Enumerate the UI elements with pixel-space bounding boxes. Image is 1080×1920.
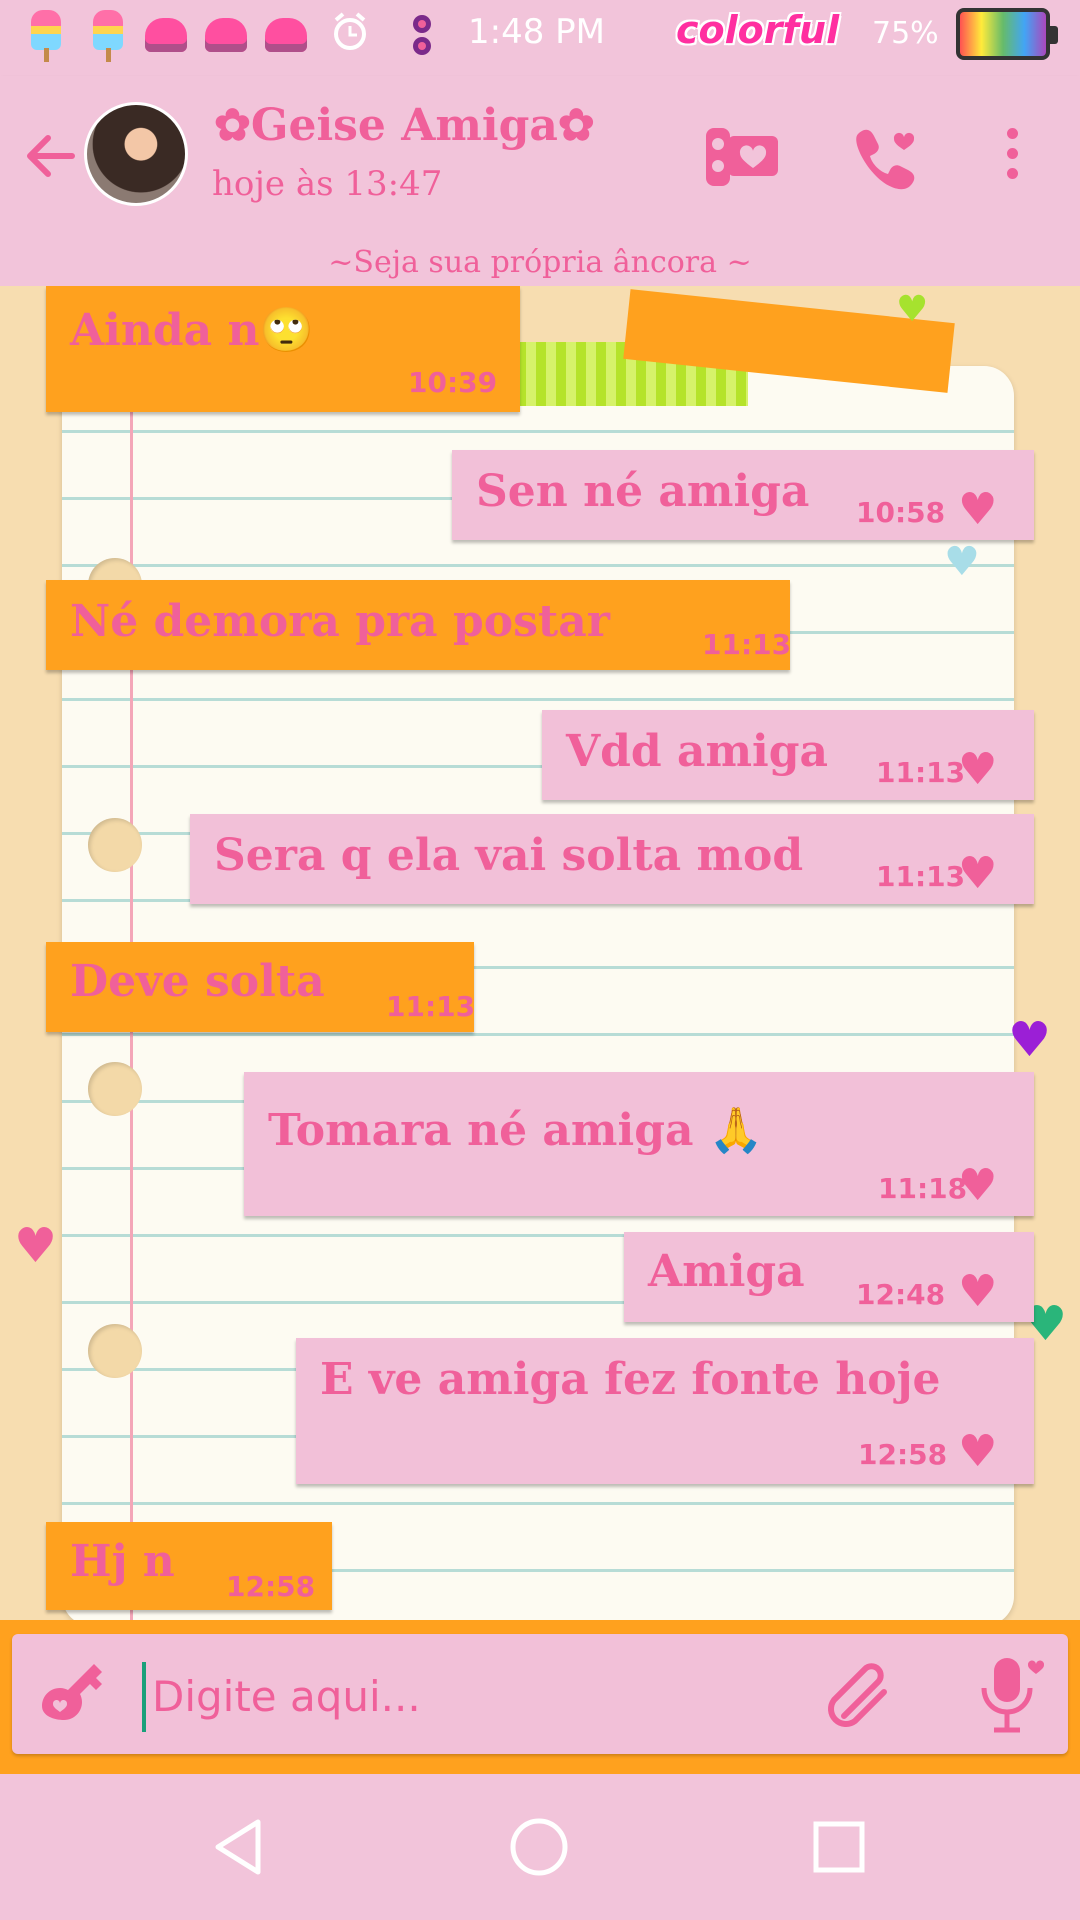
message-text: Sen né amiga bbox=[476, 466, 810, 517]
message-bubble-outgoing[interactable]: Tomara né amiga 🙏 11:18 ♥ bbox=[244, 1072, 1034, 1216]
popsicle-icon bbox=[24, 10, 68, 62]
cupcake-icon bbox=[204, 10, 248, 62]
heart-read-icon: ♥ bbox=[958, 1266, 998, 1317]
last-seen-status: hoje às 13:47 bbox=[212, 164, 443, 204]
avatar[interactable] bbox=[84, 102, 188, 206]
chat-area[interactable]: ♥ ♥ ♥ ♥ ♥ Ainda n🙄 10:39 Sen né amiga 10… bbox=[0, 286, 1080, 1620]
paper-hole bbox=[88, 1062, 142, 1116]
popsicle-icon bbox=[86, 10, 130, 62]
microphone-icon[interactable] bbox=[972, 1652, 1052, 1736]
message-time: 11:13 bbox=[876, 860, 966, 893]
phone-call-icon[interactable] bbox=[848, 122, 922, 192]
message-text: Amiga bbox=[648, 1246, 805, 1297]
message-bubble-outgoing[interactable]: Sera q ela vai solta mod 11:13 ♥ bbox=[190, 814, 1034, 904]
heart-read-icon: ♥ bbox=[958, 1426, 998, 1477]
battery-percent: 75% bbox=[872, 16, 939, 51]
cupcake-icon bbox=[144, 10, 188, 62]
chat-header: ✿Geise Amiga✿ hoje às 13:47 bbox=[0, 76, 1080, 240]
message-time: 12:58 bbox=[858, 1438, 948, 1471]
message-compose-box[interactable] bbox=[12, 1634, 1068, 1754]
text-cursor bbox=[142, 1662, 146, 1732]
system-nav-bar bbox=[0, 1774, 1080, 1920]
message-bubble-incoming[interactable]: Né demora pra postar 11:13 bbox=[46, 580, 792, 670]
message-time: 10:39 bbox=[408, 366, 498, 399]
message-bubble-outgoing[interactable]: E ve amiga fez fonte hoje 12:58 ♥ bbox=[296, 1338, 1034, 1484]
message-bubble-outgoing[interactable]: Vdd amiga 11:13 ♥ bbox=[542, 710, 1034, 800]
message-bubble-incoming[interactable]: Hj n 12:58 bbox=[46, 1522, 332, 1610]
heart-read-icon: ♥ bbox=[958, 484, 998, 535]
attachment-clip-icon[interactable] bbox=[822, 1656, 898, 1732]
heart-icon: ♥ bbox=[944, 539, 980, 585]
message-bubble-outgoing[interactable]: Sen né amiga 10:58 ♥ bbox=[452, 450, 1034, 540]
message-text: Ainda n🙄 bbox=[70, 305, 315, 356]
heart-read-icon: ♥ bbox=[958, 1160, 998, 1211]
battery-icon bbox=[956, 8, 1058, 60]
message-input[interactable] bbox=[152, 1664, 802, 1728]
input-bar bbox=[0, 1620, 1080, 1774]
message-text: E ve amiga fez fonte hoje bbox=[320, 1354, 941, 1405]
key-icon[interactable] bbox=[36, 1658, 116, 1730]
message-text: Sera q ela vai solta mod bbox=[214, 830, 804, 881]
heart-read-icon: ♥ bbox=[958, 848, 998, 899]
heart-icon: ♥ bbox=[1008, 1012, 1052, 1068]
message-time: 11:13 bbox=[386, 990, 476, 1023]
status-time: 1:48 PM bbox=[468, 12, 605, 52]
alarm-icon bbox=[330, 10, 374, 62]
heart-read-icon: ♥ bbox=[958, 744, 998, 795]
message-bubble-outgoing[interactable]: Amiga 12:48 ♥ bbox=[624, 1232, 1034, 1322]
message-time: 11:18 bbox=[878, 1172, 968, 1205]
message-text: Né demora pra postar bbox=[70, 596, 610, 647]
contact-name[interactable]: ✿Geise Amiga✿ bbox=[214, 100, 595, 151]
more-options-icon[interactable] bbox=[1000, 128, 1024, 188]
motto-text: ~Seja sua própria âncora ~ bbox=[328, 245, 752, 280]
video-call-icon[interactable] bbox=[704, 124, 780, 190]
message-text: Hj n bbox=[70, 1536, 175, 1587]
heart-icon: ♥ bbox=[14, 1218, 58, 1274]
back-arrow-icon[interactable] bbox=[22, 130, 78, 191]
contact-motto: ~Seja sua própria âncora ~ bbox=[0, 240, 1080, 286]
message-text: Deve solta bbox=[70, 956, 325, 1007]
message-text: Vdd amiga bbox=[566, 726, 829, 777]
message-time: 12:48 bbox=[856, 1278, 946, 1311]
recents-nav-icon[interactable] bbox=[806, 1814, 872, 1880]
message-time: 11:13 bbox=[702, 628, 792, 661]
back-nav-icon[interactable] bbox=[206, 1814, 272, 1880]
message-time: 12:58 bbox=[226, 1570, 316, 1603]
status-bar: 1:48 PM colorful 75% bbox=[0, 0, 1080, 76]
message-bubble-incoming[interactable]: Ainda n🙄 10:39 bbox=[46, 286, 520, 412]
message-time: 10:58 bbox=[856, 496, 946, 529]
brand-logo: colorful bbox=[676, 8, 840, 52]
heart-icon: ♥ bbox=[896, 289, 929, 330]
paper-hole bbox=[88, 1324, 142, 1378]
cupcake-icon bbox=[264, 10, 308, 62]
bow-icon bbox=[400, 10, 444, 62]
paper-hole bbox=[88, 818, 142, 872]
message-bubble-incoming[interactable]: Deve solta 11:13 bbox=[46, 942, 476, 1032]
home-nav-icon[interactable] bbox=[506, 1814, 572, 1880]
message-text: Tomara né amiga 🙏 bbox=[268, 1105, 764, 1156]
message-time: 11:13 bbox=[876, 756, 966, 789]
